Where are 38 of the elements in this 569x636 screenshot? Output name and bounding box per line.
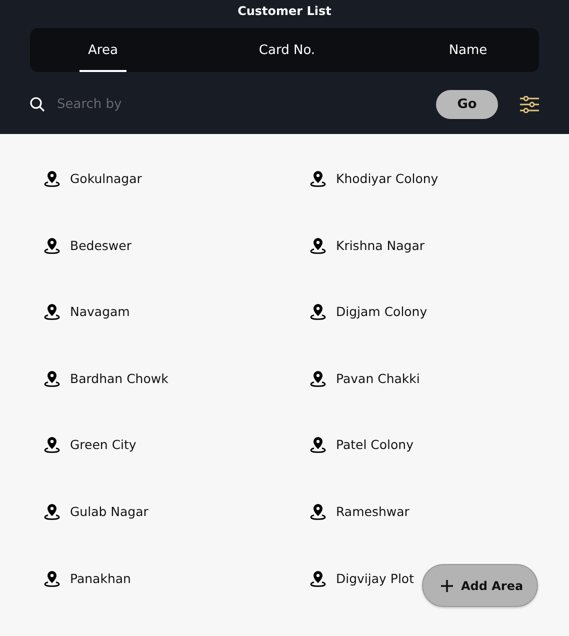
location-pin-icon (310, 502, 326, 520)
area-name[interactable]: Digjam Colony (336, 303, 428, 320)
plus-icon (441, 580, 453, 592)
area-name[interactable]: Gokulnagar (70, 170, 142, 187)
area-name[interactable]: Digvijay Plot (336, 570, 414, 587)
area-name[interactable]: Rameshwar (336, 502, 410, 520)
search-field[interactable]: Search by (57, 96, 257, 112)
area-name[interactable]: Bardhan Chowk (70, 370, 168, 387)
location-pin-icon (44, 170, 60, 187)
location-pin-icon (44, 502, 60, 520)
location-pin-icon (44, 303, 60, 320)
area-name[interactable]: Patel Colony (336, 436, 414, 454)
area-name[interactable]: Khodiyar Colony (336, 170, 438, 187)
area-name[interactable]: Pavan Chakki (336, 370, 420, 387)
area-name[interactable]: Bedeswer (70, 236, 132, 254)
location-pin-icon (44, 570, 60, 587)
area-name[interactable]: Navagam (70, 303, 130, 320)
location-pin-icon (310, 170, 326, 187)
tab[interactable]: Card No. (176, 28, 398, 72)
add-area-button[interactable]: Add Area (422, 564, 538, 607)
tab[interactable]: Area (30, 28, 176, 72)
area-name[interactable]: Krishna Nagar (336, 236, 425, 254)
go-button[interactable]: Go (436, 90, 498, 118)
area-name[interactable]: Green City (70, 436, 136, 454)
location-pin-icon (310, 236, 326, 254)
location-pin-icon (44, 236, 60, 254)
location-pin-icon (310, 370, 326, 387)
tab[interactable]: Name (398, 28, 538, 72)
area-name[interactable]: Gulab Nagar (70, 502, 148, 520)
search-icon (30, 96, 45, 112)
page-title: Customer List (236, 3, 332, 20)
location-pin-icon (44, 436, 60, 454)
area-name[interactable]: Panakhan (70, 570, 131, 587)
location-pin-icon (44, 370, 60, 387)
location-pin-icon (310, 570, 326, 587)
filter-sliders-icon[interactable] (520, 96, 539, 112)
location-pin-icon (310, 436, 326, 454)
location-pin-icon (310, 303, 326, 320)
